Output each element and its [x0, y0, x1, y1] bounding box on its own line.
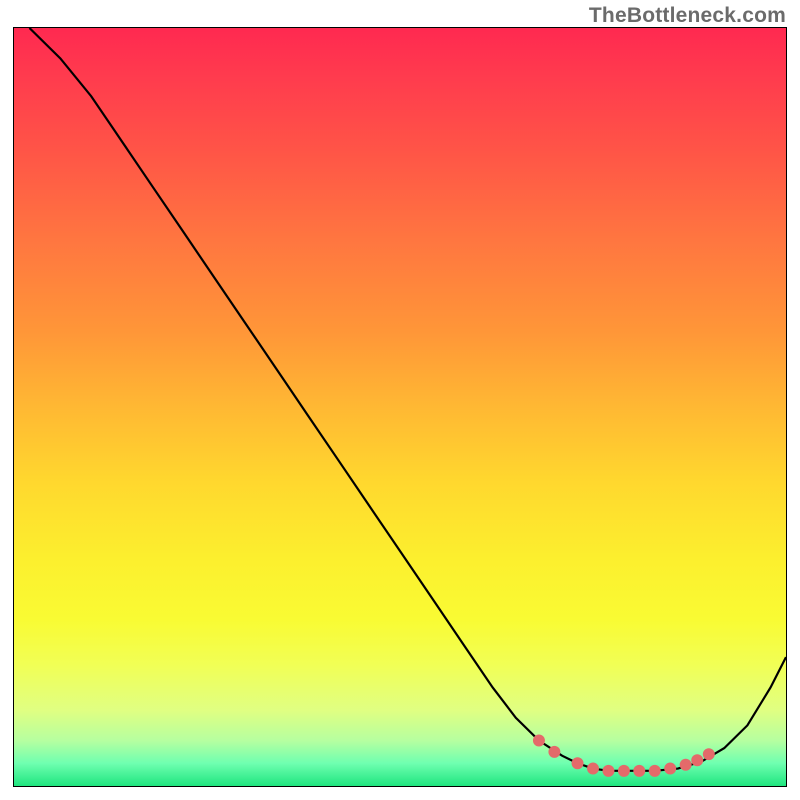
valley-marker	[548, 746, 560, 758]
valley-marker	[649, 765, 661, 777]
valley-marker	[633, 765, 645, 777]
bottleneck-curve	[29, 28, 786, 771]
valley-marker	[533, 735, 545, 747]
valley-marker	[587, 763, 599, 775]
plot-area	[13, 27, 787, 787]
valley-marker	[572, 757, 584, 769]
valley-marker	[691, 754, 703, 766]
curve-svg	[14, 28, 786, 786]
attribution-text: TheBottleneck.com	[589, 4, 786, 28]
valley-marker	[618, 765, 630, 777]
valley-marker	[602, 765, 614, 777]
valley-marker	[664, 763, 676, 775]
valley-marker	[703, 748, 715, 760]
chart-container: TheBottleneck.com	[0, 0, 800, 800]
valley-marker	[680, 759, 692, 771]
